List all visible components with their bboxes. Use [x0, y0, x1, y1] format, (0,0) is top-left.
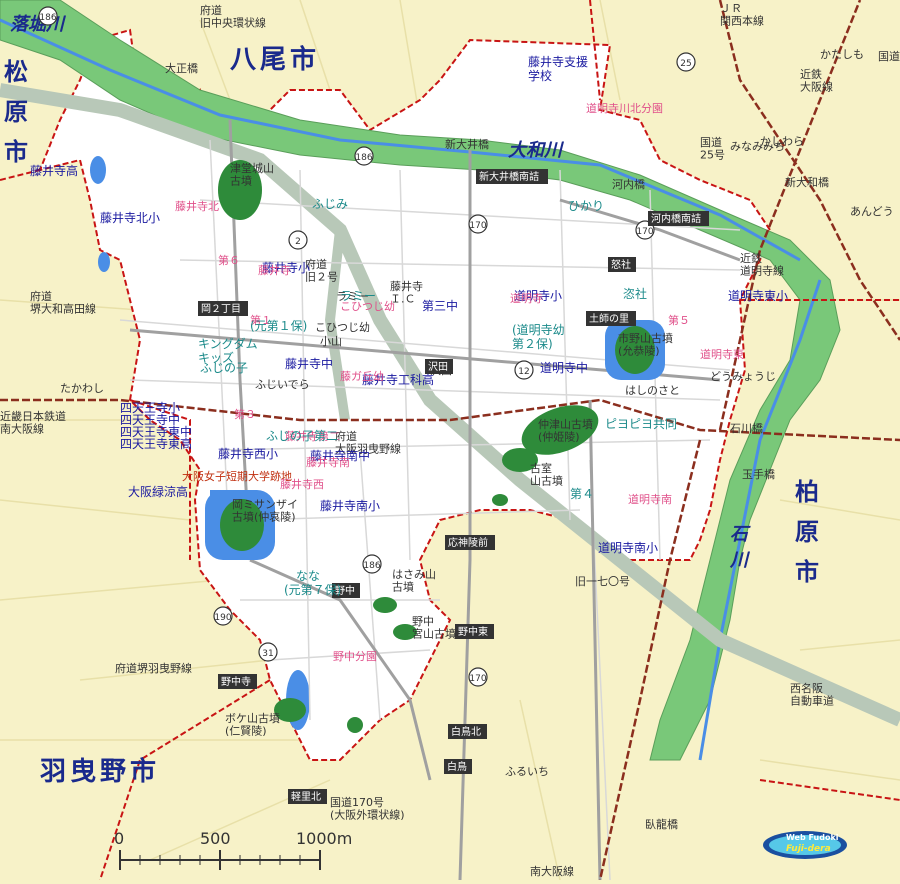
station-box-label: 沢田 [428, 360, 448, 373]
city-matsubara: 松原市 [4, 58, 28, 166]
road-number: 186 [39, 13, 56, 23]
nursery-label: ひかり [568, 199, 604, 213]
nursery-label: ラミー [340, 289, 376, 303]
kindergarten-label: 第６ [218, 253, 240, 267]
road-label: 南大阪線 [530, 864, 574, 878]
station-box-label: 岡２丁目 [201, 303, 241, 315]
nursery-label: (元第７保) [284, 583, 341, 597]
nursery-label: 第４ [570, 487, 594, 501]
kindergarten-label: 道明寺川北分園 [586, 101, 663, 115]
nursery-label: なな [296, 569, 320, 583]
school-label: 藤井寺西小 [218, 447, 278, 461]
school-label: 道明寺中 [540, 360, 588, 375]
kindergarten-label: 第５ [668, 313, 690, 327]
road-label: 大正橋 [165, 61, 198, 75]
road-label: 臥龍橋 [645, 817, 678, 831]
web-fudoki-logo: Web Fudoki Fuji-dera [763, 831, 847, 859]
kindergarten-label: 道明寺南 [628, 492, 672, 506]
scale-1000: 1000m [296, 829, 352, 848]
city-yao: 八尾市 [230, 44, 320, 75]
road-label: 玉手橋 [742, 467, 775, 481]
road-number: 186 [363, 561, 380, 571]
kindergarten-label: 藤井寺 [258, 263, 291, 277]
station-box-label: 白鳥 [447, 760, 467, 773]
city-habikino: 羽曳野市 [40, 756, 160, 787]
station-box-label: 野中東 [458, 625, 488, 638]
map: 八尾市 羽曳野市 松原市 柏原市 大和川 石川 落堀川 186 25 186 2 170… [0, 0, 900, 881]
road-label: かたしも [820, 48, 864, 61]
kindergarten-label: 藤井寺北 [175, 199, 219, 213]
kindergarten-label: 第３ [234, 407, 256, 421]
road-label: 府道堺羽曳野線 [115, 661, 192, 675]
road-label: あんどう [850, 205, 894, 218]
school-label: 四天王寺東高 [120, 436, 192, 451]
road-label: こひつじ幼 [315, 321, 370, 334]
nursery-label: (元第１保) [250, 319, 307, 333]
kindergarten-label: 藤ガ丘幼 [340, 370, 384, 383]
river-yamato: 大和川 [508, 140, 565, 161]
road-number: 12 [518, 367, 529, 377]
nursery-label: ふじの子第二 [266, 429, 338, 443]
city-kashiwara: 柏原市 [795, 478, 819, 586]
road-label: みなみみち [730, 140, 785, 153]
svg-text:柏原市: 柏原市 [795, 478, 819, 586]
road-label: 国道旧一七〇号 [878, 49, 900, 63]
station-box-label: 軽里北 [291, 791, 321, 803]
school-label: 藤井寺北小 [100, 211, 160, 225]
road-label: ふるいち [505, 765, 549, 778]
road-label: 新大和橋 [785, 175, 829, 189]
scale-500: 500 [200, 829, 231, 848]
road-label: 小山 [320, 335, 342, 348]
nursery-label: 恣社 [623, 286, 647, 301]
svg-text:Fuji-dera: Fuji-dera [786, 844, 831, 854]
kindergarten-label: 道明寺 [510, 291, 543, 305]
road-number: 2 [295, 237, 301, 247]
road-number: 190 [214, 613, 231, 623]
school-label: 藤井寺高 [30, 163, 78, 178]
kindergarten-label: 道明寺東 [700, 347, 744, 361]
school-label: 藤井寺南小 [320, 498, 380, 513]
road-label: 旧一七〇号 [575, 575, 630, 588]
nursery-label: ふじみ [312, 197, 348, 211]
station-box-label: 怒社 [611, 258, 631, 271]
road-label: 新大井橋 [445, 137, 489, 151]
road-label: はしのさと [625, 384, 680, 397]
road-number: 186 [355, 153, 372, 163]
svg-text:Web Fudoki: Web Fudoki [786, 833, 839, 842]
misc-label: 大阪女子短期大学跡地 [182, 469, 292, 483]
pond-2 [98, 252, 110, 272]
station-box-label: 土師の里 [589, 312, 629, 325]
nursery-label: ピヨピヨ共同 [605, 417, 677, 431]
school-label: 道明寺東小 [728, 289, 788, 303]
station-box-label: 野中寺 [221, 675, 251, 688]
road-number: 170 [469, 674, 486, 684]
school-label: 大阪緑涼高 [128, 484, 188, 499]
station-box-label: 応神陵前 [448, 536, 488, 549]
kindergarten-label: 藤井寺南 [306, 455, 350, 469]
road-number: 170 [636, 227, 653, 237]
kofun-label: 岡ミサンザイ古墳(仲哀陵) [232, 498, 298, 524]
school-label: 第三中 [422, 298, 458, 313]
road-number: 170 [469, 221, 486, 231]
pond-1 [90, 156, 106, 184]
school-label: 道明寺南小 [598, 540, 658, 555]
road-label: 石川橋 [730, 421, 763, 435]
road-label: 河内橋 [612, 177, 645, 191]
road-label: ふじいでら [255, 378, 310, 391]
road-label: たかわし [60, 382, 104, 395]
road-label: 国道 25号 [700, 135, 725, 162]
road-number: 31 [262, 649, 273, 659]
school-label: 藤井寺中 [285, 356, 333, 371]
road-label: どうみょうじ [710, 370, 776, 383]
road-number: 25 [680, 59, 691, 69]
station-box-label: 白鳥北 [451, 725, 481, 738]
station-box-label: 新大井橋南詰 [479, 170, 539, 183]
svg-text:松原市: 松原市 [4, 58, 28, 166]
kindergarten-label: 野中分園 [333, 650, 377, 663]
scale-0: 0 [114, 829, 124, 848]
nursery-label: ふじの子 [200, 361, 248, 375]
station-box-label: 河内橋南詰 [651, 212, 701, 225]
